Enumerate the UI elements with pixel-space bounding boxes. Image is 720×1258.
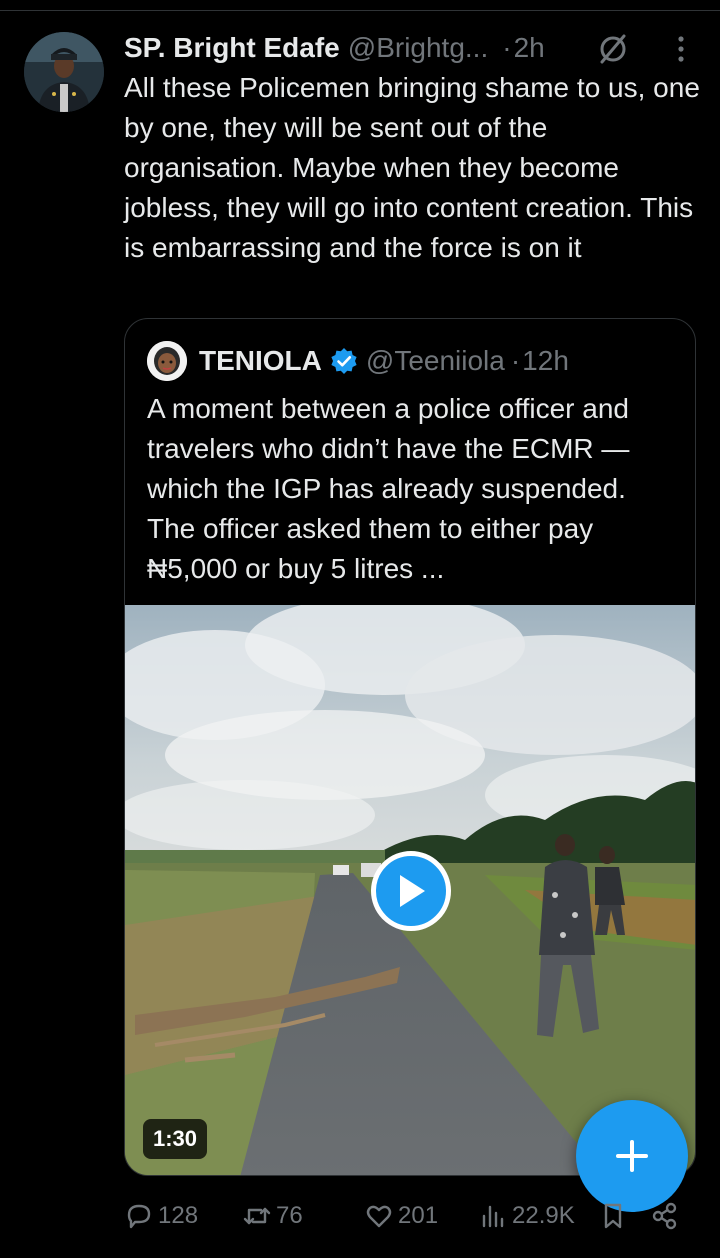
share-button[interactable] [650,1196,684,1236]
plus-icon [616,1140,648,1172]
repost-button[interactable]: 76 [242,1196,303,1236]
reply-button[interactable]: 128 [124,1196,198,1236]
play-icon [400,875,425,907]
quoted-avatar[interactable] [147,341,187,381]
author-avatar[interactable] [24,32,104,112]
views-icon [482,1205,504,1228]
heart-icon [366,1205,392,1228]
quoted-time[interactable]: 12h [522,345,569,377]
more-icon[interactable] [664,32,698,66]
quoted-author-handle[interactable]: @Teeniiola [366,345,505,377]
reply-icon [127,1204,151,1229]
play-button[interactable] [371,851,451,931]
like-button[interactable]: 201 [364,1196,438,1236]
repost-icon [243,1207,271,1225]
quoted-time-separator: · [510,345,521,376]
video-player[interactable]: 1:30 [125,605,695,1175]
share-icon [652,1202,677,1230]
action-bar: 128 76 201 22.9K [124,1196,704,1236]
quoted-header: TENIOLA @Teeniiola · 12h [147,341,569,381]
bookmark-icon [604,1203,622,1229]
quoted-author-name[interactable]: TENIOLA [199,345,322,377]
repost-count: 76 [276,1202,303,1229]
reply-count: 128 [158,1202,199,1229]
views-count: 22.9K [512,1202,575,1229]
bookmark-button[interactable] [598,1196,632,1236]
top-divider [0,10,720,11]
verified-icon [331,348,357,374]
author-name[interactable]: SP. Bright Edafe [124,32,340,64]
grok-icon[interactable] [596,32,630,66]
views-button[interactable]: 22.9K [478,1196,575,1236]
author-handle[interactable]: @Brightg... [348,32,488,64]
quoted-tweet[interactable]: TENIOLA @Teeniiola · 12h A moment betwee… [124,318,696,1176]
time-separator: · [502,32,512,63]
tweet-text: All these Policemen bringing shame to us… [124,72,700,263]
video-duration: 1:30 [143,1119,208,1159]
tweet-time[interactable]: 2h [514,32,545,64]
quoted-text: A moment between a police officer and tr… [147,393,630,584]
like-count: 201 [398,1202,439,1229]
